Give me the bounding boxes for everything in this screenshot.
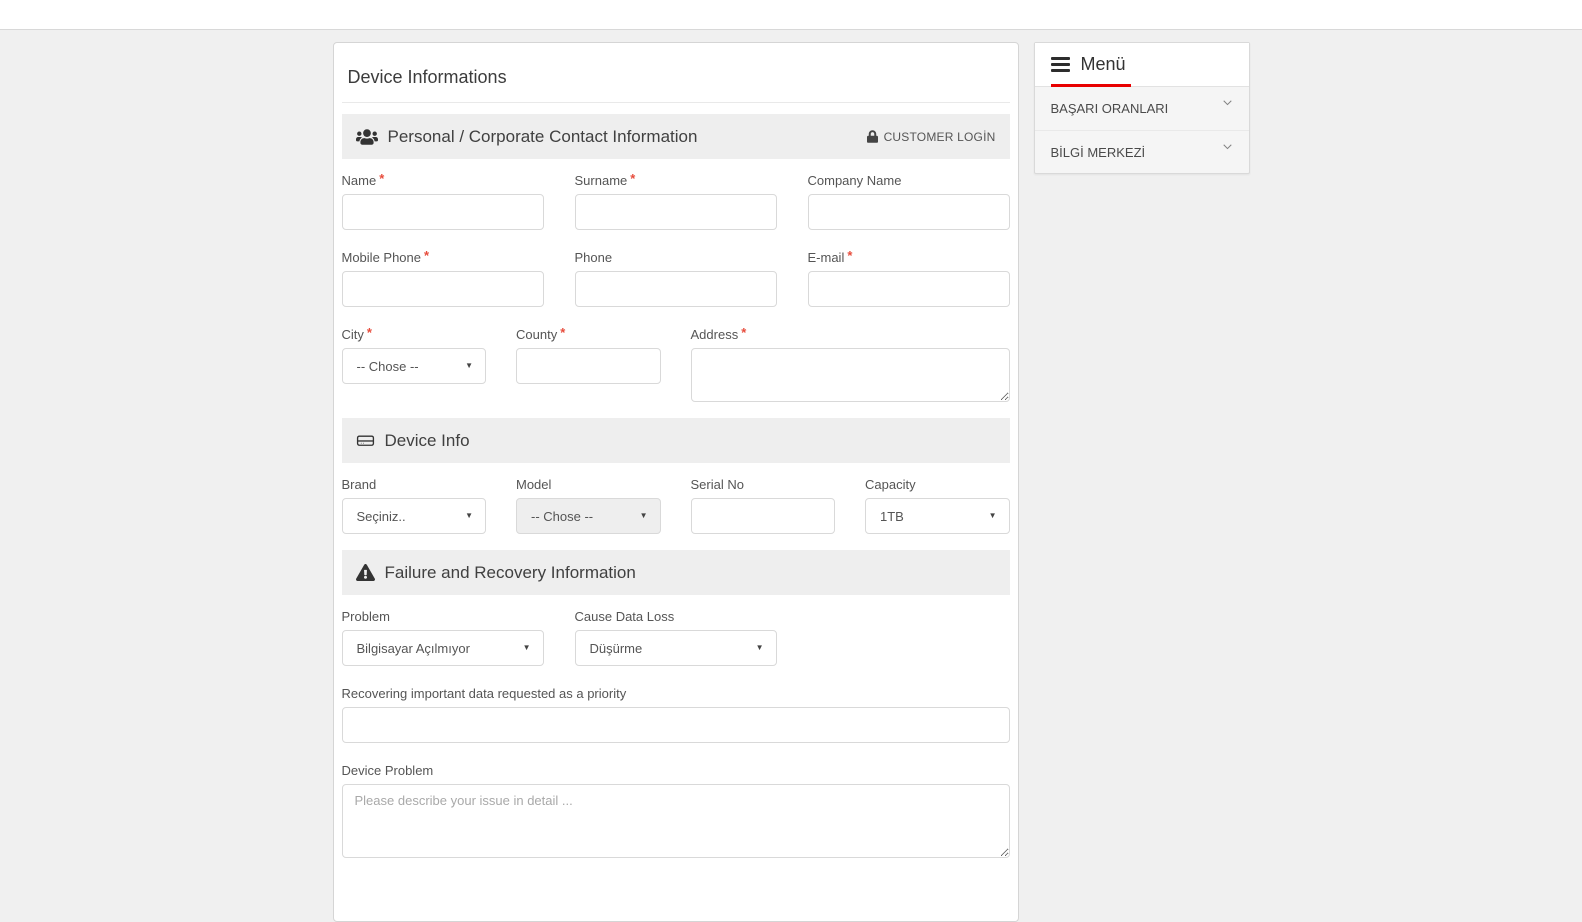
menu-items: BAŞARI ORANLARI BİLGİ MERKEZİ	[1035, 87, 1249, 173]
capacity-label: Capacity	[865, 477, 1010, 492]
menu-accent-underline	[1051, 84, 1131, 87]
section-title-device: Device Info	[385, 431, 470, 451]
email-input[interactable]	[808, 271, 1010, 307]
field-priority-data: Recovering important data requested as a…	[342, 686, 1010, 743]
priority-data-label: Recovering important data requested as a…	[342, 686, 1010, 701]
priority-data-input[interactable]	[342, 707, 1010, 743]
page-title: Device Informations	[342, 51, 1010, 103]
menu-item-label: BİLGİ MERKEZİ	[1051, 145, 1146, 160]
capacity-select-value: 1TB	[880, 509, 904, 524]
users-icon	[356, 128, 378, 146]
field-serial-no: Serial No	[691, 477, 836, 534]
section-header-device: Device Info	[342, 418, 1010, 463]
chevron-down-icon	[1222, 97, 1233, 108]
menu-title: Menü	[1081, 54, 1126, 75]
section-title-contact: Personal / Corporate Contact Information	[388, 127, 698, 147]
mobile-phone-label: Mobile Phone*	[342, 250, 544, 265]
field-mobile-phone: Mobile Phone*	[342, 250, 544, 307]
brand-select[interactable]: Seçiniz.. ▼	[342, 498, 487, 534]
address-textarea[interactable]	[691, 348, 1010, 402]
warning-triangle-icon	[356, 564, 375, 581]
address-label: Address*	[691, 327, 1010, 342]
company-name-input[interactable]	[808, 194, 1010, 230]
county-label: County*	[516, 327, 661, 342]
surname-label: Surname*	[575, 173, 777, 188]
cause-data-loss-select-value: Düşürme	[590, 641, 643, 656]
customer-login-label: CUSTOMER LOGİN	[884, 130, 996, 144]
serial-no-label: Serial No	[691, 477, 836, 492]
model-select[interactable]: -- Chose -- ▼	[516, 498, 661, 534]
menu-item-basari-oranlari[interactable]: BAŞARI ORANLARI	[1035, 87, 1249, 130]
menu-header: Menü	[1035, 43, 1249, 87]
field-device-problem: Device Problem	[342, 763, 1010, 858]
field-city: City* -- Chose -- ▼	[342, 327, 487, 402]
mobile-phone-input[interactable]	[342, 271, 544, 307]
device-problem-label: Device Problem	[342, 763, 1010, 778]
caret-down-icon: ▼	[989, 512, 997, 520]
required-mark: *	[367, 325, 372, 340]
field-name: Name*	[342, 173, 544, 230]
lock-icon	[867, 130, 878, 143]
capacity-select[interactable]: 1TB ▼	[865, 498, 1010, 534]
customer-login-link[interactable]: CUSTOMER LOGİN	[867, 130, 996, 144]
caret-down-icon: ▼	[640, 512, 648, 520]
menu-item-bilgi-merkezi[interactable]: BİLGİ MERKEZİ	[1035, 130, 1249, 173]
page-content: Device Informations Personal / Corporate…	[0, 30, 1582, 922]
device-informations-card: Device Informations Personal / Corporate…	[333, 42, 1019, 922]
field-model: Model -- Chose -- ▼	[516, 477, 661, 534]
email-label: E-mail*	[808, 250, 1010, 265]
required-mark: *	[424, 248, 429, 263]
caret-down-icon: ▼	[523, 644, 531, 652]
caret-down-icon: ▼	[756, 644, 764, 652]
field-email: E-mail*	[808, 250, 1010, 307]
chevron-down-icon	[1222, 141, 1233, 152]
required-mark: *	[847, 248, 852, 263]
required-mark: *	[560, 325, 565, 340]
surname-input[interactable]	[575, 194, 777, 230]
model-label: Model	[516, 477, 661, 492]
field-brand: Brand Seçiniz.. ▼	[342, 477, 487, 534]
serial-no-input[interactable]	[691, 498, 836, 534]
brand-label: Brand	[342, 477, 487, 492]
field-phone: Phone	[575, 250, 777, 307]
field-address: Address*	[691, 327, 1010, 402]
name-input[interactable]	[342, 194, 544, 230]
menu-item-label: BAŞARI ORANLARI	[1051, 101, 1169, 116]
sidebar-menu: Menü BAŞARI ORANLARI BİLGİ MERKEZİ	[1034, 42, 1250, 174]
model-select-value: -- Chose --	[531, 509, 593, 524]
required-mark: *	[379, 171, 384, 186]
city-label: City*	[342, 327, 487, 342]
required-mark: *	[630, 171, 635, 186]
hamburger-icon	[1051, 54, 1070, 75]
section-header-contact: Personal / Corporate Contact Information…	[342, 114, 1010, 159]
name-label: Name*	[342, 173, 544, 188]
city-select[interactable]: -- Chose -- ▼	[342, 348, 487, 384]
field-problem: Problem Bilgisayar Açılmıyor ▼	[342, 609, 544, 666]
top-navbar	[0, 0, 1582, 30]
field-company-name: Company Name	[808, 173, 1010, 230]
cause-data-loss-select[interactable]: Düşürme ▼	[575, 630, 777, 666]
company-name-label: Company Name	[808, 173, 1010, 188]
cause-data-loss-label: Cause Data Loss	[575, 609, 777, 624]
field-surname: Surname*	[575, 173, 777, 230]
county-input[interactable]	[516, 348, 661, 384]
field-county: County*	[516, 327, 661, 402]
phone-label: Phone	[575, 250, 777, 265]
hdd-icon	[356, 431, 375, 450]
device-problem-textarea[interactable]	[342, 784, 1010, 858]
city-select-value: -- Chose --	[357, 359, 419, 374]
section-title-failure: Failure and Recovery Information	[385, 563, 636, 583]
field-capacity: Capacity 1TB ▼	[865, 477, 1010, 534]
caret-down-icon: ▼	[465, 512, 473, 520]
phone-input[interactable]	[575, 271, 777, 307]
problem-label: Problem	[342, 609, 544, 624]
section-header-failure: Failure and Recovery Information	[342, 550, 1010, 595]
field-cause-data-loss: Cause Data Loss Düşürme ▼	[575, 609, 777, 666]
problem-select[interactable]: Bilgisayar Açılmıyor ▼	[342, 630, 544, 666]
brand-select-value: Seçiniz..	[357, 509, 406, 524]
caret-down-icon: ▼	[465, 362, 473, 370]
field-empty-spacer	[808, 609, 1010, 666]
problem-select-value: Bilgisayar Açılmıyor	[357, 641, 470, 656]
required-mark: *	[741, 325, 746, 340]
